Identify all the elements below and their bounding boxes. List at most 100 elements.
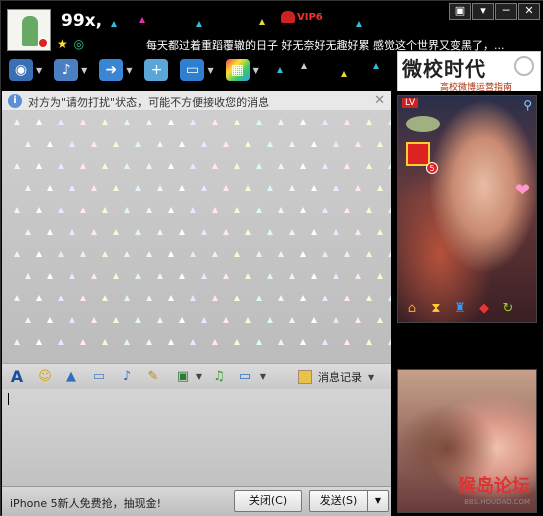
background-pattern-dot: [80, 119, 86, 125]
background-pattern-dot: [322, 295, 328, 301]
background-pattern-dot: [179, 229, 185, 235]
background-pattern-dot: [366, 339, 372, 345]
close-button[interactable]: 关闭(C): [234, 490, 302, 512]
refresh-icon[interactable]: ↻: [498, 300, 518, 318]
star-icon[interactable]: ★: [57, 37, 68, 51]
screenshot-icon[interactable]: ▭: [236, 368, 254, 386]
chevron-down-icon[interactable]: ▼: [126, 66, 132, 75]
background-pattern-dot: [25, 317, 31, 323]
background-pattern-dot: [212, 295, 218, 301]
diamond-icon[interactable]: ◆: [474, 300, 494, 318]
chevron-down-icon[interactable]: ▼: [190, 368, 208, 386]
decor-triangle: [301, 63, 307, 69]
background-pattern-dot: [113, 229, 119, 235]
notice-text: 对方为"请勿打扰"状态，可能不方便接收您的消息: [28, 96, 270, 109]
background-pattern-dot: [311, 141, 317, 147]
create-group-button[interactable]: +: [144, 59, 169, 81]
background-pattern-dot: [190, 339, 196, 345]
background-pattern-dot: [355, 229, 361, 235]
close-notice-icon[interactable]: ✕: [374, 93, 385, 108]
background-pattern-dot: [14, 163, 20, 169]
my-show-photo[interactable]: 猴岛论坛 BBS.HOUDAO.COM: [397, 369, 537, 513]
background-pattern-dot: [212, 251, 218, 257]
chevron-down-icon[interactable]: ▼: [81, 66, 87, 75]
gift-count: 5: [426, 162, 438, 174]
background-pattern-dot: [278, 163, 284, 169]
contact-avatar[interactable]: [7, 9, 51, 51]
background-pattern-dot: [135, 229, 141, 235]
app-center-button[interactable]: ▦ ▼: [225, 59, 259, 81]
background-pattern-dot: [58, 119, 64, 125]
background-pattern-dot: [267, 141, 273, 147]
background-pattern-dot: [124, 207, 130, 213]
ufo-icon[interactable]: [406, 116, 440, 132]
home-icon[interactable]: ⌂: [402, 300, 422, 318]
forum-watermark: 猴岛论坛 BBS.HOUDAO.COM: [458, 472, 530, 506]
gift-icon[interactable]: [406, 142, 430, 166]
video-call-button[interactable]: ◉ ▼: [9, 59, 42, 81]
background-pattern-dot: [234, 339, 240, 345]
chevron-down-icon[interactable]: ▼: [254, 368, 272, 386]
voice-message-icon[interactable]: ♪: [118, 368, 136, 386]
message-history-area[interactable]: [2, 111, 391, 363]
window-options-button[interactable]: ▾: [472, 3, 494, 20]
decor-triangle: [259, 19, 265, 25]
qzone-icon[interactable]: ◎: [74, 37, 84, 51]
background-pattern-dot: [113, 185, 119, 191]
doodle-icon[interactable]: ✎: [144, 368, 162, 386]
contact-show-photo[interactable]: LV ⚲ 5 ❤ ⌂ ⧗ ♜ ◆ ↻: [397, 95, 537, 323]
minimize-button[interactable]: ─: [495, 3, 517, 20]
background-pattern-dot: [289, 273, 295, 279]
send-options-button[interactable]: ▼: [367, 490, 389, 512]
emoji-icon[interactable]: ☺: [36, 368, 54, 386]
vip-badge[interactable]: VIP6: [281, 11, 323, 23]
background-pattern-dot: [157, 185, 163, 191]
voice-call-button[interactable]: ♪ ▼: [54, 59, 87, 81]
background-pattern-dot: [168, 339, 174, 345]
background-pattern-dot: [366, 295, 372, 301]
chevron-down-icon[interactable]: ▼: [207, 66, 213, 75]
background-pattern-dot: [223, 273, 229, 279]
message-history-button[interactable]: 消息记录 ▼: [298, 369, 374, 385]
background-pattern-dot: [25, 229, 31, 235]
magic-expression-icon[interactable]: ▲: [62, 368, 80, 386]
background-pattern-dot: [124, 339, 130, 345]
message-input[interactable]: [2, 389, 391, 486]
background-pattern-dot: [146, 163, 152, 169]
shake-icon[interactable]: ▭: [90, 368, 108, 386]
promo-link[interactable]: iPhone 5新人免费抢，抽现金!: [10, 495, 161, 511]
contact-nickname[interactable]: 99x,: [61, 11, 102, 31]
webcam-icon: ◉: [9, 59, 33, 81]
background-pattern-dot: [69, 317, 75, 323]
send-button[interactable]: 发送(S): [309, 490, 367, 512]
close-window-button[interactable]: ✕: [518, 3, 540, 20]
background-pattern-dot: [201, 185, 207, 191]
chevron-down-icon[interactable]: ▼: [253, 66, 259, 75]
background-pattern-dot: [113, 317, 119, 323]
background-pattern-dot: [36, 163, 42, 169]
send-file-button[interactable]: ➜ ▼: [99, 59, 132, 81]
background-pattern-dot: [267, 317, 273, 323]
remote-assist-button[interactable]: ▭ ▼: [180, 59, 214, 81]
chevron-down-icon[interactable]: ▼: [36, 66, 42, 75]
zoom-icon[interactable]: ⚲: [523, 98, 532, 112]
shirt-icon[interactable]: ♜: [450, 300, 470, 318]
decor-triangle: [111, 21, 117, 27]
add-chat-icon: +: [144, 59, 169, 81]
ad-title: 微校时代: [402, 57, 486, 81]
status-notice-bar: i 对方为"请勿打扰"状态，可能不方便接收您的消息 ✕: [2, 91, 391, 111]
top-ad-banner[interactable]: 微校时代 高校微博运营指南: [397, 51, 541, 91]
background-pattern-dot: [168, 251, 174, 257]
background-pattern-dot: [25, 273, 31, 279]
background-pattern-dot: [58, 339, 64, 345]
chevron-down-icon[interactable]: ▼: [368, 373, 374, 382]
background-pattern-dot: [157, 273, 163, 279]
heart-icon[interactable]: ❤: [515, 180, 530, 201]
background-pattern-dot: [234, 163, 240, 169]
music-icon[interactable]: ♫: [210, 368, 228, 386]
font-icon[interactable]: A: [8, 368, 26, 386]
window-menu-button[interactable]: ▣: [449, 3, 471, 20]
decor-triangle: [196, 21, 202, 27]
hourglass-icon[interactable]: ⧗: [426, 300, 446, 318]
background-pattern-dot: [322, 119, 328, 125]
